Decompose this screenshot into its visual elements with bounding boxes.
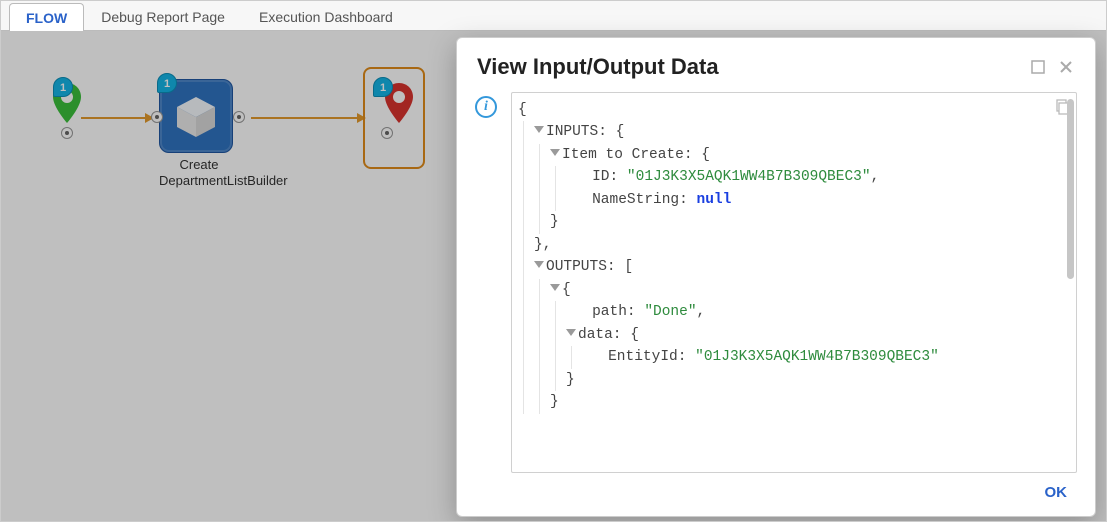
code-line: INPUTS: { xyxy=(534,121,1066,143)
tab-bar: FLOW Debug Report Page Execution Dashboa… xyxy=(1,1,1106,31)
code-line: path: "Done", xyxy=(566,301,1066,323)
code-line: { xyxy=(518,99,1066,121)
tab-debug-report[interactable]: Debug Report Page xyxy=(84,2,242,30)
collapse-caret-icon[interactable] xyxy=(566,329,576,336)
code-line: } xyxy=(550,211,1066,233)
tab-flow[interactable]: FLOW xyxy=(9,3,84,31)
code-line: NameString: null xyxy=(566,189,1066,211)
code-line: Item to Create: { xyxy=(550,144,1066,166)
code-line: } xyxy=(550,391,1066,413)
code-line: } xyxy=(566,369,1066,391)
scrollbar-thumb[interactable] xyxy=(1067,99,1074,279)
close-icon[interactable] xyxy=(1057,58,1075,76)
maximize-icon[interactable] xyxy=(1029,58,1047,76)
collapse-caret-icon[interactable] xyxy=(550,284,560,291)
code-line: { xyxy=(550,279,1066,301)
modal-title: View Input/Output Data xyxy=(477,54,719,80)
ok-button[interactable]: OK xyxy=(1039,483,1074,502)
tab-execution-dashboard[interactable]: Execution Dashboard xyxy=(242,2,410,30)
code-line: OUTPUTS: [ xyxy=(534,256,1066,278)
info-icon: i xyxy=(475,96,497,118)
collapse-caret-icon[interactable] xyxy=(534,126,544,133)
code-line: data: { xyxy=(566,324,1066,346)
collapse-caret-icon[interactable] xyxy=(550,149,560,156)
code-line: }, xyxy=(534,234,1066,256)
code-line: EntityId: "01J3K3X5AQK1WW4B7B309QBEC3" xyxy=(582,346,1066,368)
view-io-data-modal: View Input/Output Data i { INPUTS: { Ite… xyxy=(456,37,1096,517)
collapse-caret-icon[interactable] xyxy=(534,261,544,268)
io-data-pane[interactable]: { INPUTS: { Item to Create: { ID: "01J3K… xyxy=(511,92,1077,473)
code-line: ID: "01J3K3X5AQK1WW4B7B309QBEC3", xyxy=(566,166,1066,188)
